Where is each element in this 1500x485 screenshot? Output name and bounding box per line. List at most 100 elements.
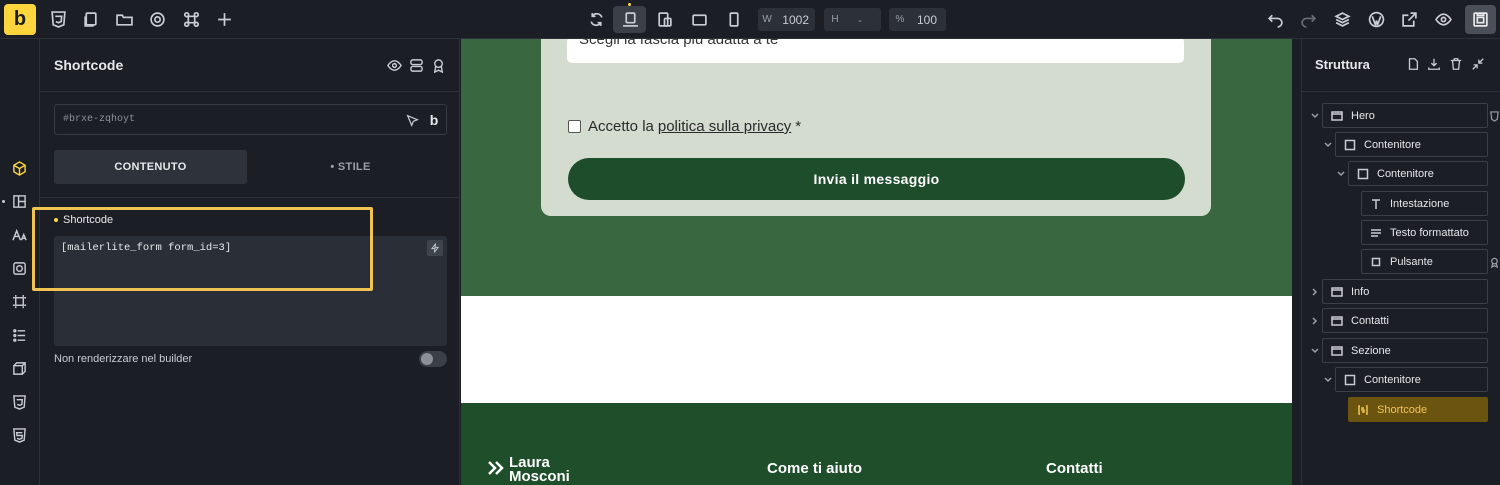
- tree-item-sezione[interactable]: Sezione: [1322, 338, 1488, 363]
- tree-item-label: Contenitore: [1364, 138, 1421, 151]
- privacy-consent-row: Accetto la politica sulla privacy *: [568, 118, 801, 135]
- tab-contenuto[interactable]: CONTENUTO: [54, 150, 247, 184]
- width-value[interactable]: 1002: [776, 13, 815, 27]
- privacy-checkbox[interactable]: [568, 120, 581, 133]
- external-link-icon[interactable]: [1398, 8, 1420, 30]
- tree-item-pulsante[interactable]: Pulsante: [1361, 249, 1488, 274]
- box-3d-icon[interactable]: [9, 358, 29, 378]
- undo-icon[interactable]: [1264, 8, 1286, 30]
- tree-item-intestazione[interactable]: Intestazione: [1361, 191, 1488, 216]
- download-icon[interactable]: [1426, 56, 1442, 72]
- html5-sidebar-icon[interactable]: [9, 425, 29, 445]
- zoom-value[interactable]: 100: [911, 13, 943, 27]
- expand-caret-icon[interactable]: [1322, 374, 1334, 386]
- submit-button[interactable]: Invia il messaggio: [568, 158, 1185, 200]
- mobile-icon[interactable]: [722, 8, 744, 30]
- tab-stile[interactable]: • STILE: [254, 150, 447, 184]
- structure-title: Struttura: [1315, 57, 1370, 72]
- container-icon: [1336, 374, 1364, 386]
- element-id-text: #brxe-zqhoyt: [63, 114, 136, 125]
- typography-icon[interactable]: [9, 225, 29, 245]
- bricks-logo[interactable]: b: [4, 4, 36, 35]
- css-badge-icon: [1488, 110, 1500, 122]
- divider: [1302, 91, 1500, 92]
- tree-item-shortcode-selected[interactable]: Shortcode: [1348, 397, 1488, 422]
- expand-caret-icon[interactable]: [1309, 110, 1321, 122]
- active-breakpoint-dot: [628, 3, 631, 6]
- tree-item-contatti[interactable]: Contatti: [1322, 308, 1488, 333]
- shortcode-icon: [1349, 404, 1377, 416]
- collapse-icon[interactable]: [1470, 56, 1486, 72]
- divider: [40, 197, 460, 198]
- top-toolbar: b W 1002 H - % 100: [0, 0, 1500, 39]
- visibility-eye-icon[interactable]: [385, 56, 403, 74]
- tree-item-label: Info: [1351, 285, 1370, 298]
- copy-page-icon[interactable]: [1405, 56, 1421, 72]
- tree-item-label: Sezione: [1351, 344, 1391, 357]
- tablet-landscape-icon[interactable]: [653, 8, 675, 30]
- gear-icon[interactable]: [146, 8, 168, 30]
- elements-cube-icon[interactable]: [9, 158, 29, 178]
- collapsed-caret-icon[interactable]: [1309, 315, 1321, 327]
- database-icon[interactable]: [407, 56, 425, 74]
- height-field[interactable]: H -: [824, 8, 881, 31]
- add-icon[interactable]: [213, 8, 235, 30]
- builder-canvas: Scegli la fascia più adatta a te Accetto…: [461, 39, 1292, 485]
- layout-icon[interactable]: [9, 191, 29, 211]
- tablet-icon[interactable]: [688, 8, 710, 30]
- tree-item-contenitore-nested[interactable]: Contenitore: [1348, 161, 1488, 186]
- laptop-icon[interactable]: [619, 8, 641, 30]
- tree-item-testo-formattato[interactable]: Testo formattato: [1361, 220, 1488, 245]
- layers-icon[interactable]: [1331, 8, 1353, 30]
- preview-eye-icon[interactable]: [1432, 8, 1454, 30]
- css3-sidebar-icon[interactable]: [9, 392, 29, 412]
- frame-icon[interactable]: [9, 291, 29, 311]
- container-icon: [1336, 139, 1364, 151]
- wordpress-icon[interactable]: [1365, 8, 1387, 30]
- privacy-policy-link[interactable]: politica sulla privacy: [658, 118, 791, 135]
- section-icon: [1323, 315, 1351, 327]
- tree-item-label: Contatti: [1351, 314, 1389, 327]
- save-button[interactable]: [1465, 5, 1496, 34]
- no-render-label: Non renderizzare nel builder: [54, 353, 193, 365]
- tier-select-text: Scegli la fascia più adatta a te: [579, 39, 779, 48]
- award-badge-icon: [1488, 256, 1500, 268]
- tree-item-label: Pulsante: [1390, 255, 1433, 268]
- tree-item-contenitore[interactable]: Contenitore: [1335, 132, 1488, 157]
- expand-caret-icon[interactable]: [1335, 168, 1347, 180]
- redo-icon[interactable]: [1297, 8, 1319, 30]
- footer-logo[interactable]: Laura Mosconi: [487, 455, 570, 484]
- height-value[interactable]: -: [846, 13, 868, 27]
- expand-caret-icon[interactable]: [1309, 345, 1321, 357]
- bricks-b-icon[interactable]: b: [426, 112, 442, 128]
- width-field[interactable]: W 1002: [758, 8, 815, 31]
- container-icon: [1349, 168, 1377, 180]
- section-icon: [1323, 110, 1351, 122]
- trash-icon[interactable]: [1448, 56, 1464, 72]
- collapsed-caret-icon[interactable]: [1309, 286, 1321, 298]
- element-id-field[interactable]: #brxe-zqhoyt b: [54, 104, 447, 135]
- section-icon: [1323, 345, 1351, 357]
- tier-select[interactable]: Scegli la fascia più adatta a te: [567, 39, 1184, 63]
- component-icon[interactable]: [9, 258, 29, 278]
- active-indicator: [2, 200, 5, 203]
- css3-icon[interactable]: [47, 8, 69, 30]
- contact-section: Scegli la fascia più adatta a te Accetto…: [461, 39, 1292, 296]
- award-icon[interactable]: [429, 56, 447, 74]
- cursor-select-icon[interactable]: [404, 112, 420, 128]
- no-render-toggle[interactable]: [419, 351, 447, 367]
- refresh-icon[interactable]: [585, 8, 607, 30]
- pages-icon[interactable]: [79, 8, 101, 30]
- expand-caret-icon[interactable]: [1322, 139, 1334, 151]
- tree-item-info[interactable]: Info: [1322, 279, 1488, 304]
- tree-item-label: Shortcode: [1377, 403, 1428, 416]
- tree-item-label: Intestazione: [1390, 197, 1450, 210]
- tree-item-contenitore-sezione[interactable]: Contenitore: [1335, 367, 1488, 392]
- tree-item-hero[interactable]: Hero: [1322, 103, 1488, 128]
- zoom-field[interactable]: % 100: [889, 8, 946, 31]
- dynamic-data-bolt-icon[interactable]: [427, 240, 443, 256]
- command-icon[interactable]: [180, 8, 202, 30]
- folder-icon[interactable]: [113, 8, 135, 30]
- grid-dots-icon[interactable]: [9, 325, 29, 345]
- footer-heading-help: Come ti aiuto: [767, 460, 863, 477]
